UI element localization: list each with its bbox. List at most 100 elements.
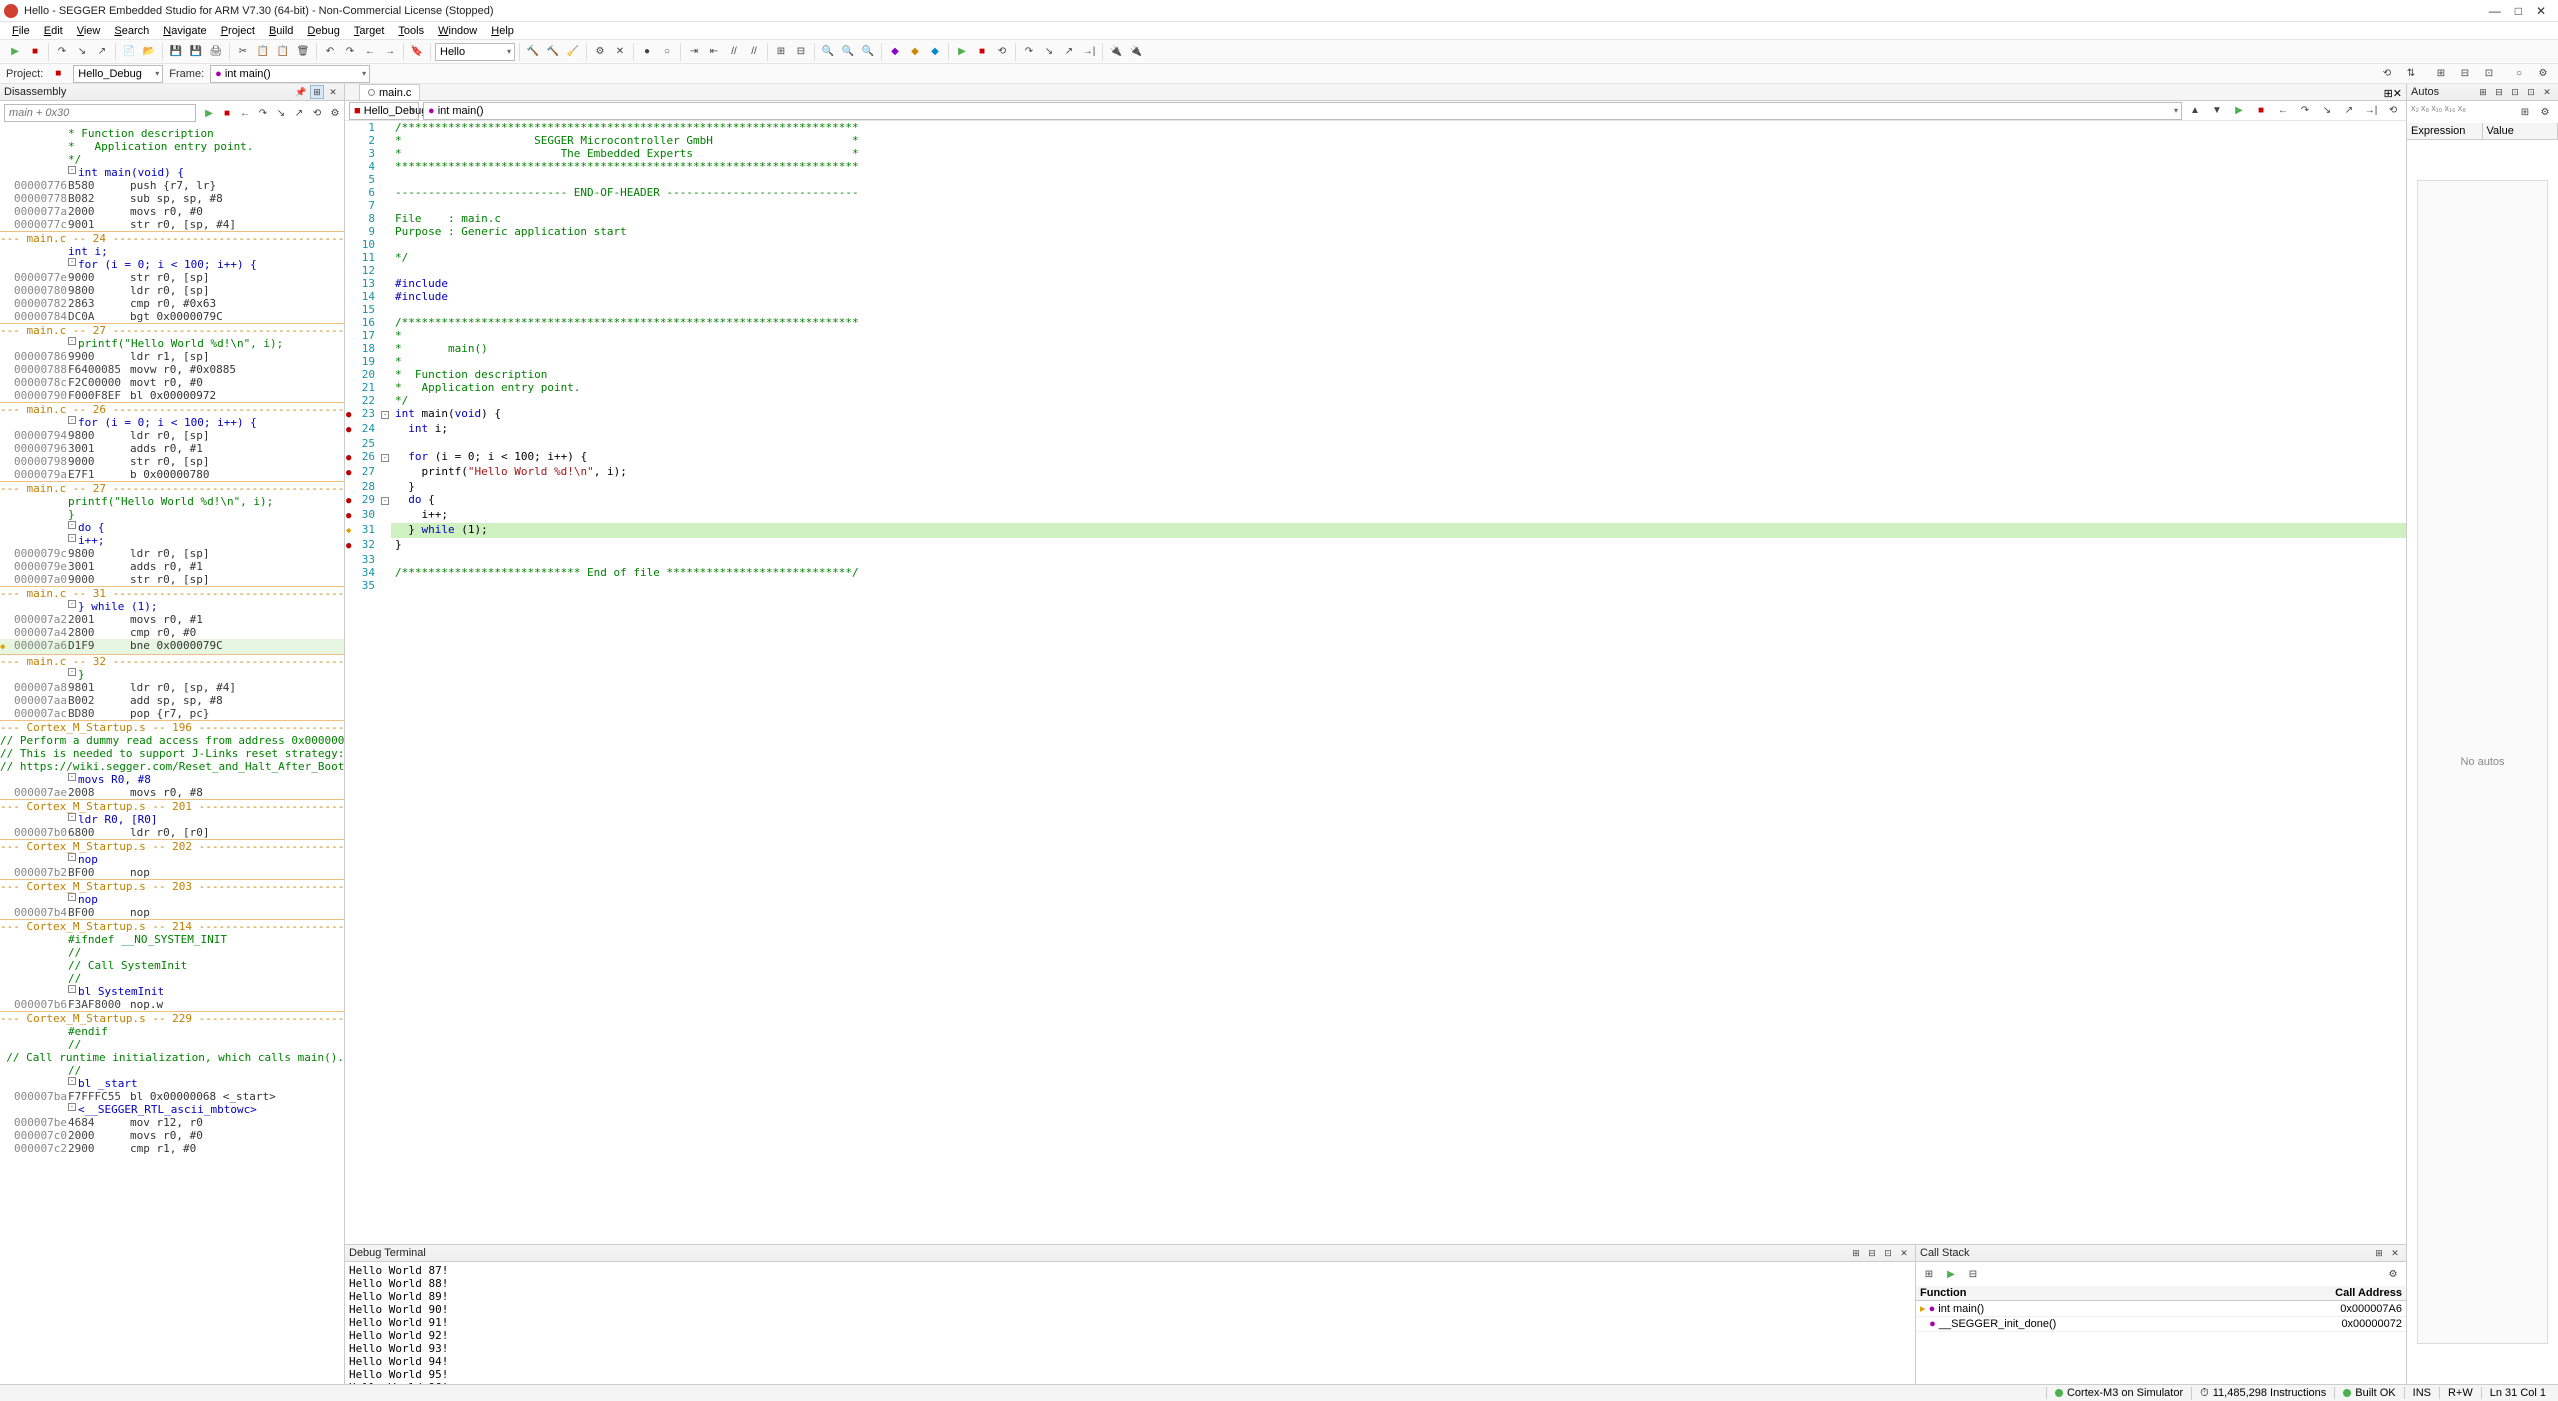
disasm-line[interactable]: // Perform a dummy read access from addr… [0, 734, 344, 747]
editor-line[interactable]: 26- for (i = 0; i < 100; i++) { [345, 450, 2406, 465]
disasm-address-input[interactable] [4, 104, 196, 122]
menu-window[interactable]: Window [432, 23, 483, 39]
disasm-line[interactable]: -} [0, 668, 344, 681]
editor-line[interactable]: 15 [345, 303, 2406, 316]
editor-line[interactable]: 14#include [345, 290, 2406, 303]
disasm-line[interactable]: --- Cortex_M_Startup.s -- 214 ----------… [0, 919, 344, 933]
term-opt1-icon[interactable]: ⊞ [1849, 1246, 1863, 1260]
autos-x1-icon[interactable]: x₂ [2411, 103, 2419, 121]
editor-line[interactable]: 16/*************************************… [345, 316, 2406, 329]
disasm-line[interactable]: #endif [0, 1025, 344, 1038]
indent-icon[interactable]: ⇥ [685, 43, 703, 61]
disasm-step3-icon[interactable]: ↗ [290, 104, 308, 122]
ed-nav-down-icon[interactable]: ▼ [2208, 102, 2226, 120]
rebuild-icon[interactable]: 🔨 [544, 43, 562, 61]
dbg-run-icon[interactable]: ▶ [953, 43, 971, 61]
save-icon[interactable]: 💾 [167, 43, 185, 61]
disasm-stop-icon[interactable]: ■ [218, 104, 236, 122]
editor-func-combo[interactable]: ● int main() [423, 102, 2182, 120]
sync-icon[interactable]: ⇅ [2402, 65, 2420, 83]
editor-config-combo[interactable]: ■ Hello_Debug [349, 102, 419, 120]
minimize-button[interactable]: — [2489, 4, 2501, 18]
stack-gear-icon[interactable]: ⚙ [2384, 1265, 2402, 1283]
editor-line[interactable]: 5 [345, 173, 2406, 186]
disasm-line[interactable]: -printf("Hello World %d!\n", i); [0, 337, 344, 350]
menu-search[interactable]: Search [108, 23, 155, 39]
menu-project[interactable]: Project [215, 23, 261, 39]
cut-icon[interactable]: ✂ [234, 43, 252, 61]
stack-opt-icon[interactable]: ⊞ [2372, 1246, 2386, 1260]
disasm-line[interactable]: 000007acBD80pop {r7, pc} [0, 707, 344, 720]
term-opt3-icon[interactable]: ⊡ [1881, 1246, 1895, 1260]
find-icon[interactable]: 🔍 [819, 43, 837, 61]
dbg-stop-icon[interactable]: ■ [973, 43, 991, 61]
disasm-line[interactable]: 0000079e3001adds r0, #1 [0, 560, 344, 573]
disasm-line[interactable]: --- main.c -- 32 -----------------------… [0, 654, 344, 668]
disasm-line[interactable]: // [0, 972, 344, 985]
disasm-refresh-icon[interactable]: ⟲ [308, 104, 326, 122]
find-next-icon[interactable]: 🔍 [839, 43, 857, 61]
close-button[interactable]: ✕ [2536, 4, 2546, 18]
disasm-line[interactable]: int i; [0, 245, 344, 258]
disasm-line[interactable]: -} while (1); [0, 600, 344, 613]
autos-x2-icon[interactable]: x₈ [2421, 103, 2429, 121]
ed-run-icon[interactable]: ▶ [2230, 102, 2248, 120]
disasm-line[interactable]: --- main.c -- 24 -----------------------… [0, 231, 344, 245]
menu-debug[interactable]: Debug [301, 23, 345, 39]
disasm-line[interactable]: 000007be4684mov r12, r0 [0, 1116, 344, 1129]
copy-icon[interactable]: 📋 [254, 43, 272, 61]
disasm-line[interactable]: -nop [0, 853, 344, 866]
disasm-line[interactable]: -int main(void) { [0, 166, 344, 179]
disasm-back-icon[interactable]: ← [236, 104, 254, 122]
disasm-line[interactable]: 000007b4BF00nop [0, 906, 344, 919]
disasm-gear-icon[interactable]: ⚙ [326, 104, 344, 122]
paste-icon[interactable]: 📋 [274, 43, 292, 61]
disasm-line[interactable]: 0000077c9001str r0, [sp, #4] [0, 218, 344, 231]
uncomment-icon[interactable]: // [745, 43, 763, 61]
ed-refresh-icon[interactable]: ⟲ [2384, 102, 2402, 120]
disasm-line[interactable]: // [0, 1038, 344, 1051]
disasm-line[interactable]: // Call SystemInit [0, 959, 344, 972]
disasm-line[interactable]: 00000776B580push {r7, lr} [0, 179, 344, 192]
editor-line[interactable]: 6-------------------------- END-OF-HEADE… [345, 186, 2406, 199]
build-icon[interactable]: 🔨 [524, 43, 542, 61]
editor-line[interactable]: 29- do { [345, 493, 2406, 508]
ed-nav-up-icon[interactable]: ▲ [2186, 102, 2204, 120]
breakpoint-icon[interactable]: ● [638, 43, 656, 61]
stop-icon[interactable]: ■ [26, 43, 44, 61]
build-config-combo[interactable]: Hello [435, 43, 515, 61]
editor-line[interactable]: 3* The Embedded Experts * [345, 147, 2406, 160]
panel-close-icon[interactable]: ✕ [326, 85, 340, 99]
disasm-line[interactable]: 000007869900ldr r1, [sp] [0, 350, 344, 363]
new-file-icon[interactable]: 📄 [120, 43, 138, 61]
disasm-line[interactable]: 000007ae2008movs r0, #8 [0, 786, 344, 799]
autos-x5-icon[interactable]: x₈ [2458, 103, 2466, 121]
editor-line[interactable]: 21* Application entry point. [345, 381, 2406, 394]
disasm-line[interactable]: 000007c22900cmp r1, #0 [0, 1142, 344, 1155]
toggle2-icon[interactable]: ⊟ [792, 43, 810, 61]
marker2-icon[interactable]: ◆ [906, 43, 924, 61]
editor-line[interactable]: 33 [345, 553, 2406, 566]
disasm-line[interactable]: --- main.c -- 26 -----------------------… [0, 402, 344, 416]
dbg-step-out-icon[interactable]: ↗ [1060, 43, 1078, 61]
disasm-line[interactable]: --- Cortex_M_Startup.s -- 196 ----------… [0, 720, 344, 734]
disasm-step1-icon[interactable]: ↷ [254, 104, 272, 122]
term-close-icon[interactable]: ✕ [1897, 1246, 1911, 1260]
disasm-line[interactable]: 0000077a2000movs r0, #0 [0, 205, 344, 218]
step-out-icon[interactable]: ↗ [93, 43, 111, 61]
disasm-line[interactable]: } [0, 508, 344, 521]
menu-target[interactable]: Target [348, 23, 391, 39]
code-editor[interactable]: 1/**************************************… [345, 121, 2406, 1244]
disasm-line[interactable]: 000007b6F3AF8000nop.w [0, 998, 344, 1011]
menu-tools[interactable]: Tools [392, 23, 430, 39]
editor-line[interactable]: 24 int i; [345, 422, 2406, 437]
disasm-line[interactable]: --- main.c -- 27 -----------------------… [0, 323, 344, 337]
marker1-icon[interactable]: ◆ [886, 43, 904, 61]
autos-opt3-icon[interactable]: ⊡ [2508, 85, 2522, 99]
autos-add-icon[interactable]: ⊞ [2516, 103, 2534, 121]
editor-line[interactable]: 19* [345, 355, 2406, 368]
disasm-line[interactable]: // This is needed to support J-Links res… [0, 747, 344, 760]
disasm-line[interactable]: 000007949800ldr r0, [sp] [0, 429, 344, 442]
disasm-line[interactable]: 000007a22001movs r0, #1 [0, 613, 344, 626]
nav-back-icon[interactable]: ← [361, 43, 379, 61]
